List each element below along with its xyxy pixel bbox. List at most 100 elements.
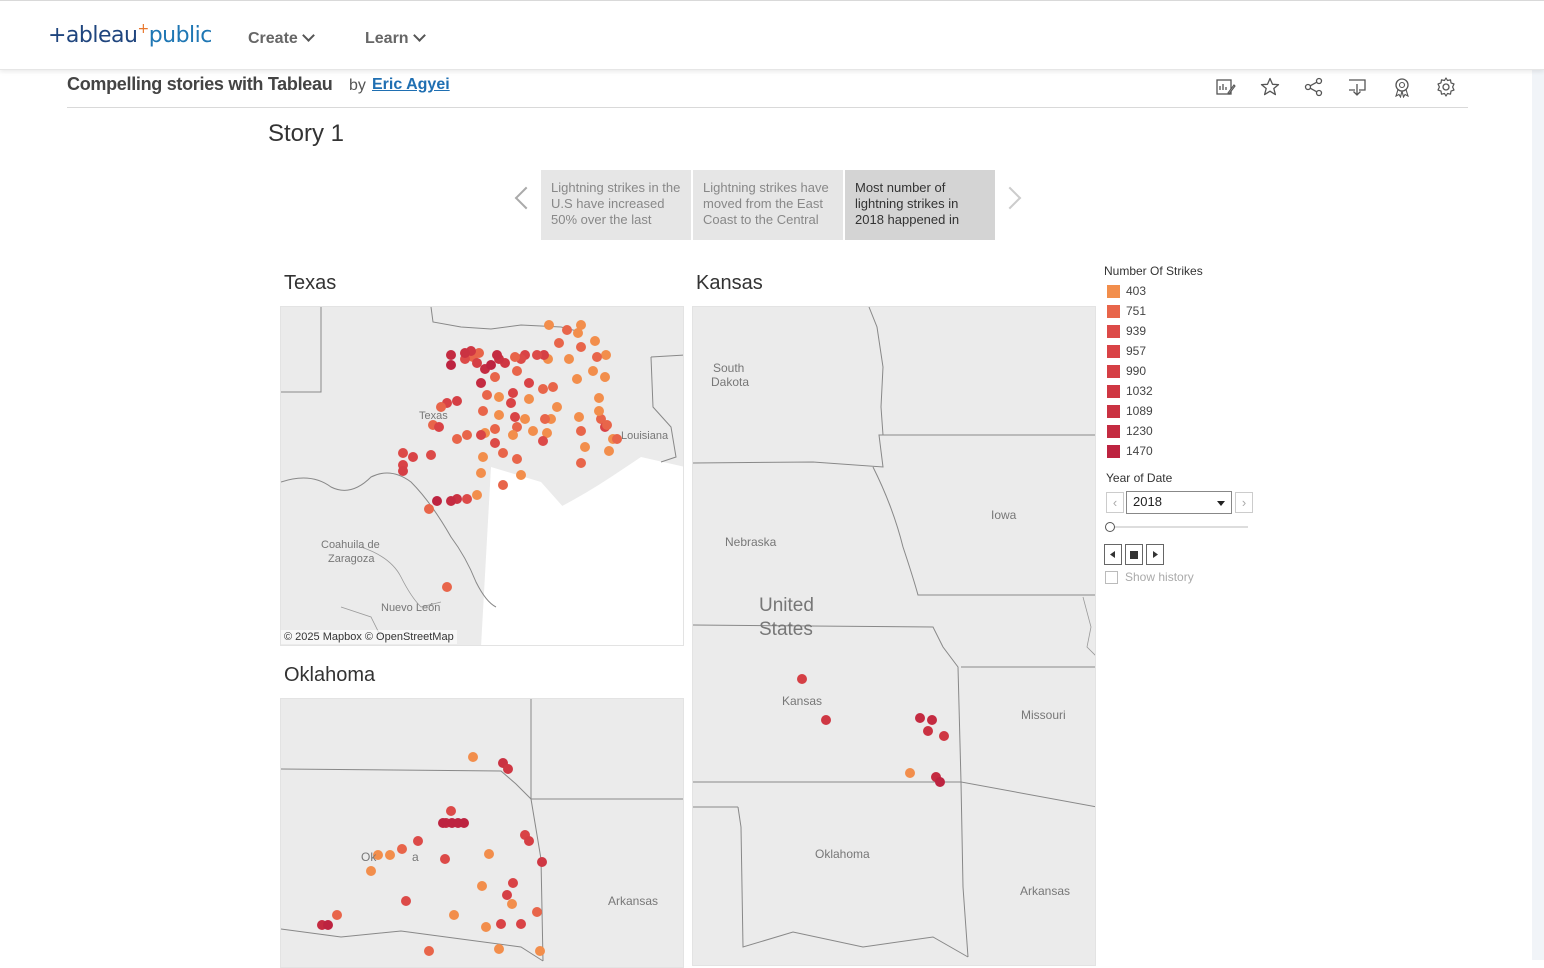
strike-dot[interactable] (524, 394, 534, 404)
strike-dot[interactable] (452, 396, 462, 406)
strike-dot[interactable] (927, 715, 937, 725)
strike-dot[interactable] (528, 426, 538, 436)
strike-dot[interactable] (440, 854, 450, 864)
strike-dot[interactable] (481, 922, 491, 932)
strike-dot[interactable] (459, 818, 469, 828)
strike-dot[interactable] (580, 442, 590, 452)
strike-dot[interactable] (468, 752, 478, 762)
legend-item[interactable]: 1470 (1107, 444, 1153, 460)
strike-dot[interactable] (573, 328, 583, 338)
oklahoma-map-canvas[interactable]: Ok a Arkansas (281, 699, 684, 968)
strike-dot[interactable] (496, 919, 506, 929)
strike-dot[interactable] (592, 352, 602, 362)
strike-dot[interactable] (600, 372, 610, 382)
strike-dot[interactable] (524, 378, 534, 388)
legend-item[interactable]: 957 (1107, 344, 1146, 360)
strike-dot[interactable] (554, 338, 564, 348)
legend-item[interactable]: 939 (1107, 324, 1146, 340)
strike-dot[interactable] (520, 414, 530, 424)
strike-dot[interactable] (594, 393, 604, 403)
strike-dot[interactable] (490, 438, 500, 448)
strike-dot[interactable] (576, 426, 586, 436)
strike-dot[interactable] (915, 713, 925, 723)
strike-dot[interactable] (490, 372, 500, 382)
strike-dot[interactable] (498, 480, 508, 490)
strike-dot[interactable] (516, 470, 526, 480)
map-attribution[interactable]: © 2025 Mapbox © OpenStreetMap (281, 630, 457, 644)
award-icon[interactable] (1391, 76, 1413, 98)
nav-learn[interactable]: Learn (365, 29, 426, 48)
strike-dot[interactable] (516, 919, 526, 929)
strike-dot[interactable] (478, 452, 488, 462)
strike-dot[interactable] (494, 410, 504, 420)
strike-dot[interactable] (538, 436, 548, 446)
strike-dot[interactable] (590, 336, 600, 346)
strike-dot[interactable] (476, 430, 486, 440)
strike-dot[interactable] (548, 382, 558, 392)
strike-dot[interactable] (935, 777, 945, 787)
strike-dot[interactable] (510, 352, 520, 362)
year-prev-button[interactable]: ‹ (1106, 492, 1124, 513)
strike-dot[interactable] (446, 350, 456, 360)
strike-dot[interactable] (449, 910, 459, 920)
texas-map-canvas[interactable]: Texas Louisiana Coahuila de Zaragoza Nue… (281, 307, 684, 646)
strike-dot[interactable] (508, 878, 518, 888)
story-point-1[interactable]: Lightning strikes in the U.S have increa… (541, 170, 691, 240)
strike-dot[interactable] (602, 420, 612, 430)
strike-dot[interactable] (413, 836, 423, 846)
strike-dot[interactable] (576, 342, 586, 352)
strike-dot[interactable] (498, 448, 508, 458)
nav-create[interactable]: Create (248, 29, 315, 48)
strike-dot[interactable] (398, 448, 408, 458)
strike-dot[interactable] (323, 920, 333, 930)
strike-dot[interactable] (494, 392, 504, 402)
strike-dot[interactable] (446, 360, 456, 370)
strike-dot[interactable] (562, 325, 572, 335)
strike-dot[interactable] (426, 450, 436, 460)
strike-dot[interactable] (604, 446, 614, 456)
strike-dot[interactable] (472, 490, 482, 500)
strike-dot[interactable] (535, 946, 545, 956)
strike-dot[interactable] (510, 412, 520, 422)
strike-dot[interactable] (366, 866, 376, 876)
strike-dot[interactable] (574, 412, 584, 422)
year-slider-handle[interactable] (1105, 522, 1115, 532)
strike-dot[interactable] (494, 944, 504, 954)
author-link[interactable]: Eric Agyei (372, 76, 450, 94)
strike-dot[interactable] (478, 406, 488, 416)
strike-dot[interactable] (538, 384, 548, 394)
story-point-3[interactable]: Most number of lightning strikes in 2018… (845, 170, 995, 240)
star-icon[interactable] (1259, 76, 1281, 98)
strike-dot[interactable] (507, 899, 517, 909)
strike-dot[interactable] (408, 452, 418, 462)
kansas-map[interactable]: South Dakota Nebraska Iowa United States… (692, 306, 1096, 966)
strike-dot[interactable] (506, 398, 516, 408)
strike-dot[interactable] (576, 458, 586, 468)
strike-dot[interactable] (397, 844, 407, 854)
strike-dot[interactable] (460, 348, 470, 358)
strike-dot[interactable] (446, 496, 456, 506)
strike-dot[interactable] (432, 496, 442, 506)
next-story-point-arrow-icon[interactable] (998, 186, 1022, 210)
strike-dot[interactable] (552, 402, 562, 412)
play-forward-button[interactable] (1146, 544, 1164, 565)
strike-dot[interactable] (532, 350, 542, 360)
strike-dot[interactable] (424, 504, 434, 514)
edit-viz-icon[interactable] (1214, 76, 1236, 98)
legend-item[interactable]: 403 (1107, 284, 1146, 300)
strike-dot[interactable] (512, 454, 522, 464)
strike-dot[interactable] (398, 466, 408, 476)
strike-dot[interactable] (601, 350, 611, 360)
strike-dot[interactable] (508, 388, 518, 398)
year-slider-track[interactable] (1109, 526, 1248, 528)
strike-dot[interactable] (332, 910, 342, 920)
strike-dot[interactable] (512, 366, 522, 376)
kansas-map-canvas[interactable]: South Dakota Nebraska Iowa United States… (693, 307, 1096, 966)
strike-dot[interactable] (477, 881, 487, 891)
strike-dot[interactable] (452, 434, 462, 444)
legend-item[interactable]: 1089 (1107, 404, 1153, 420)
share-icon[interactable] (1303, 76, 1325, 98)
strike-dot[interactable] (821, 715, 831, 725)
strike-dot[interactable] (486, 360, 496, 370)
strike-dot[interactable] (438, 818, 448, 828)
